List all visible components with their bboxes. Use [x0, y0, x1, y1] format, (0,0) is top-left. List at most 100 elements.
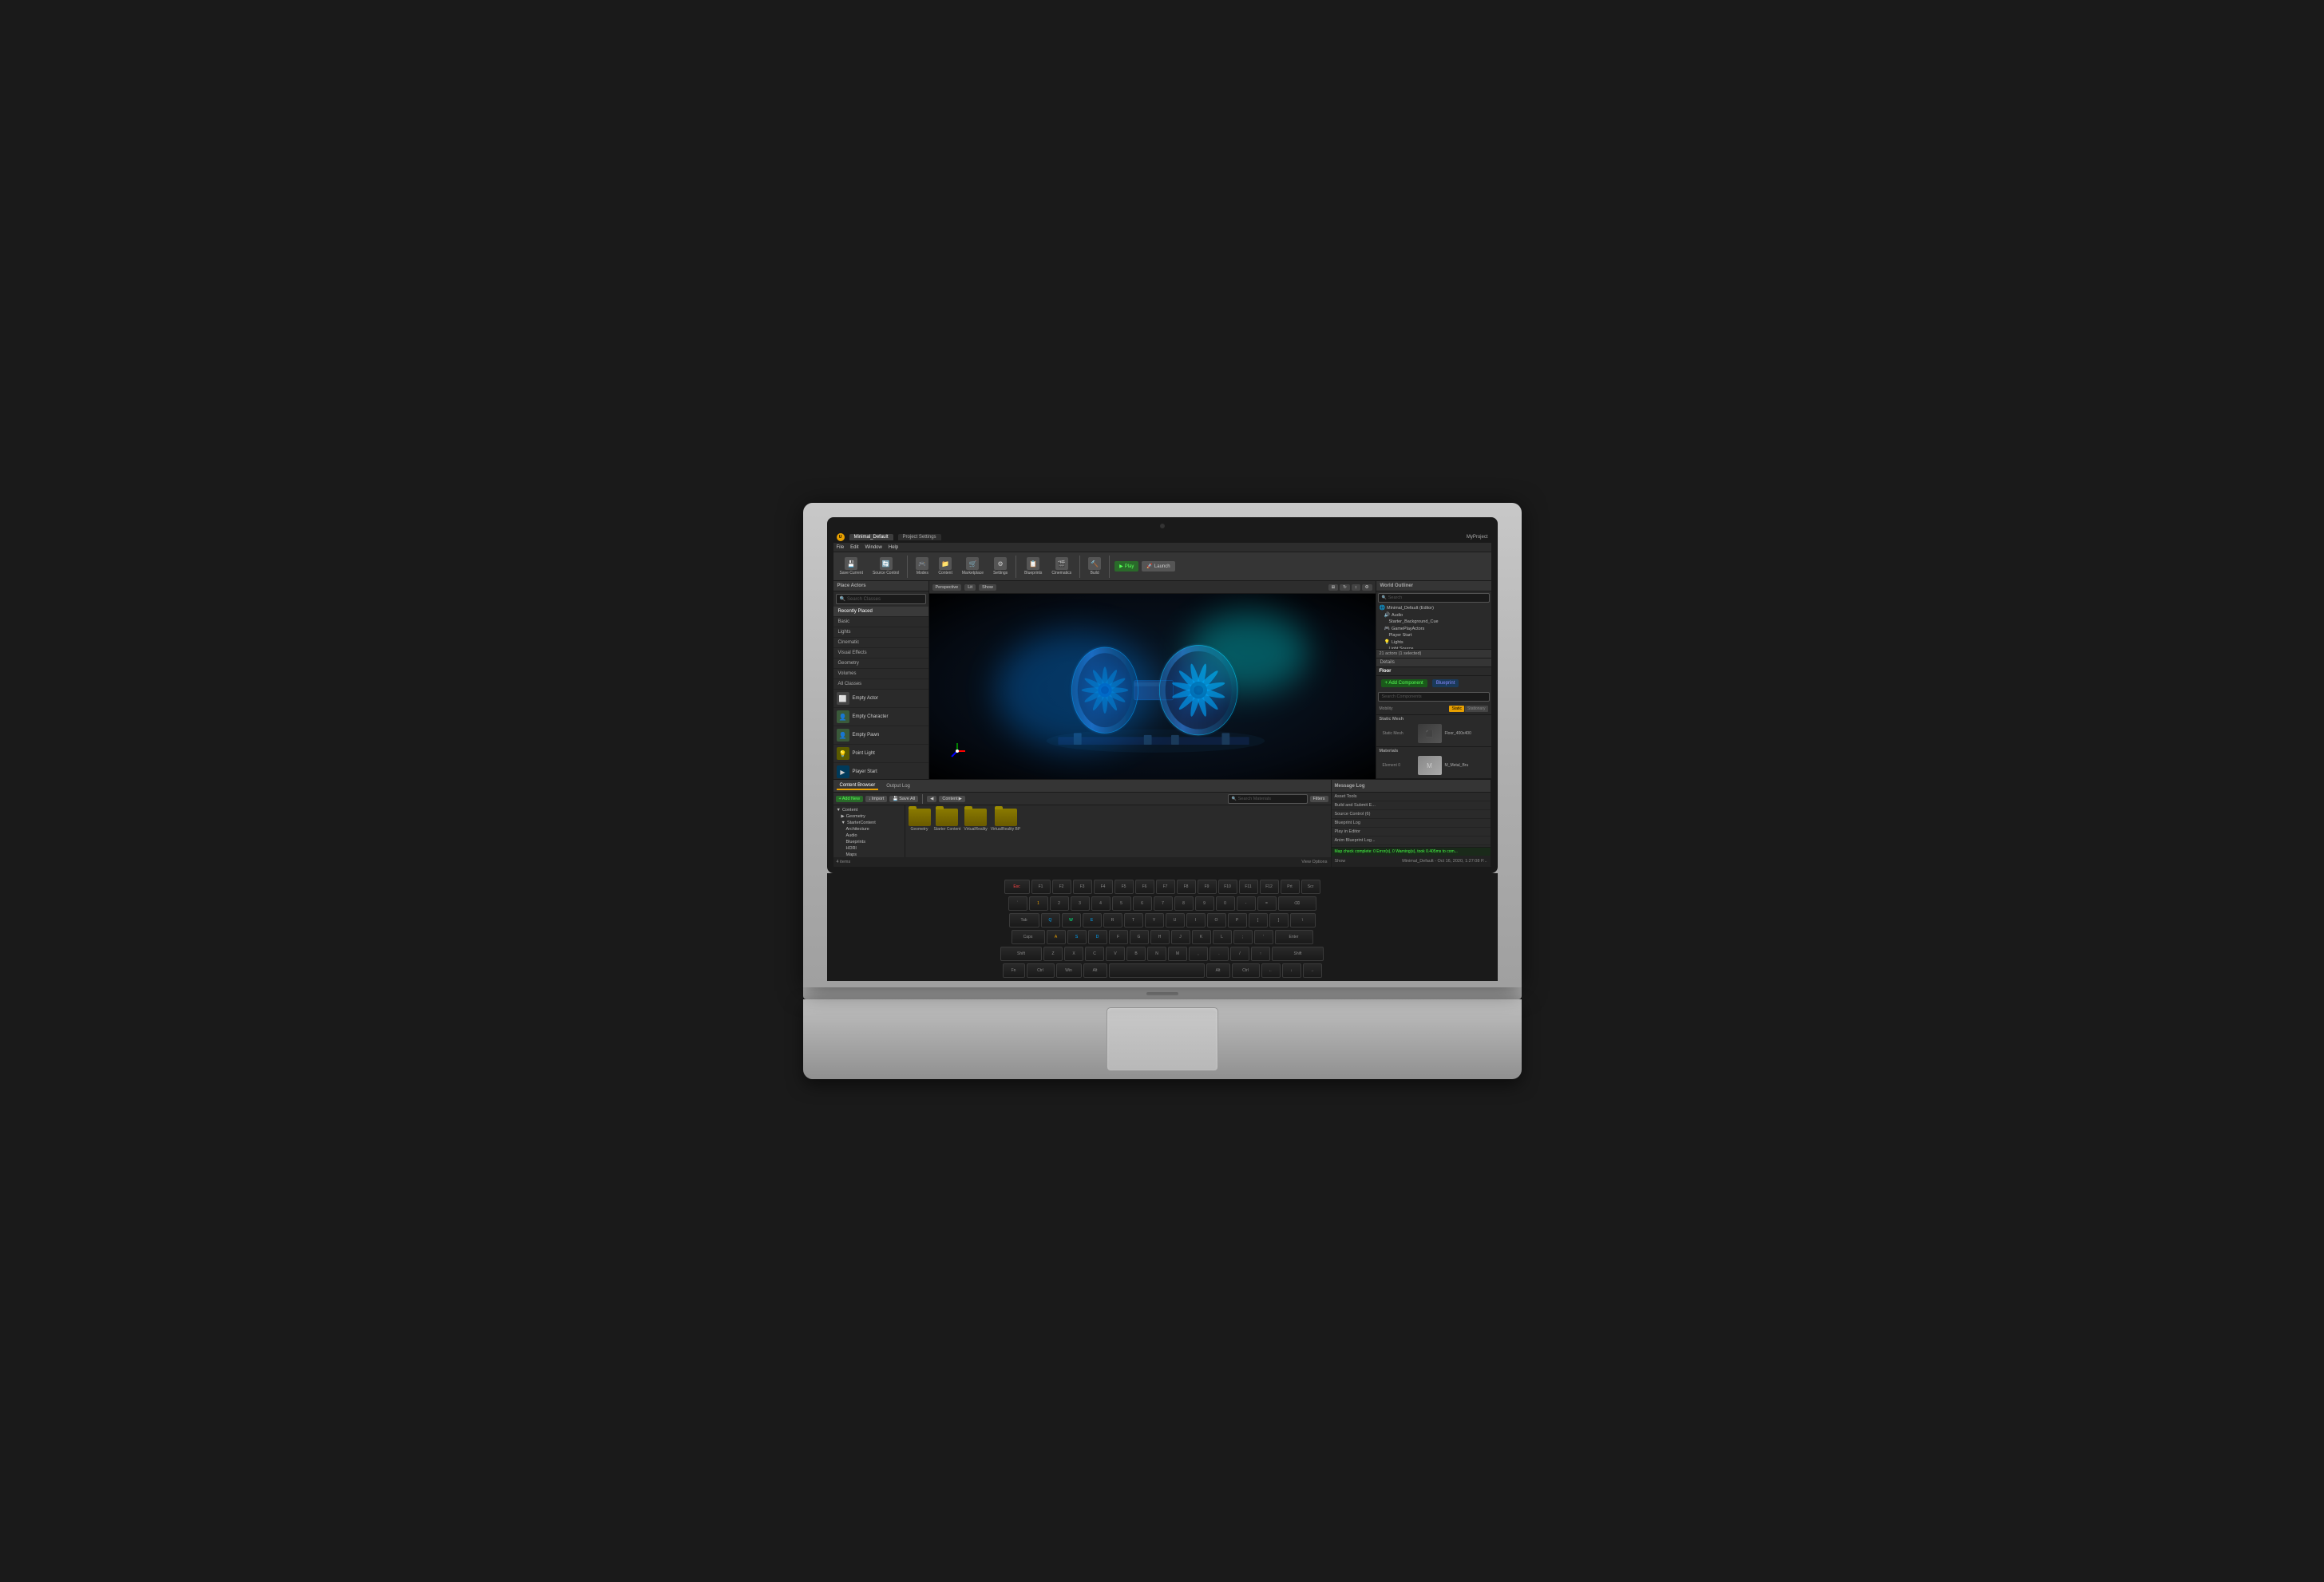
key-up[interactable]: ↑ — [1251, 947, 1270, 961]
modes-button[interactable]: 🎮 Modes — [913, 556, 932, 577]
key-3[interactable]: 3 — [1071, 896, 1090, 911]
tab-content-browser[interactable]: Content Browser — [837, 782, 879, 790]
ml-item[interactable]: Play in Editor — [1332, 828, 1491, 836]
static-mesh-preview[interactable]: ⬛ — [1418, 724, 1442, 743]
key-backspace[interactable]: ⌫ — [1278, 896, 1316, 911]
category-all-classes[interactable]: All Classes — [833, 679, 928, 690]
key-prtsc[interactable]: Prt — [1281, 880, 1300, 894]
tree-item[interactable]: ▶ Geometry — [835, 813, 903, 820]
key-shift-right[interactable]: Shift — [1272, 947, 1324, 961]
key-m[interactable]: M — [1168, 947, 1187, 961]
category-cinematic[interactable]: Cinematic — [833, 638, 928, 648]
rotation-snap-button[interactable]: ↻ — [1340, 584, 1350, 591]
key-left[interactable]: ← — [1261, 963, 1281, 978]
content-button[interactable]: 📁 Content — [935, 556, 956, 577]
key-alt-right[interactable]: Alt — [1206, 963, 1230, 978]
key-g[interactable]: G — [1130, 930, 1149, 944]
tree-item[interactable]: Architecture — [835, 826, 903, 833]
key-backtick[interactable]: ` — [1008, 896, 1027, 911]
save-current-button[interactable]: 💾 Save Current — [837, 556, 866, 577]
outliner-item[interactable]: 🌐 Minimal_Default (Editor) — [1376, 604, 1491, 611]
blueprints-button[interactable]: 📋 Blueprints — [1021, 556, 1045, 577]
key-f3[interactable]: F3 — [1073, 880, 1092, 894]
ml-item[interactable]: Asset Tools — [1332, 793, 1491, 801]
key-alt-left[interactable]: Alt — [1083, 963, 1107, 978]
cinematics-button[interactable]: 🎬 Cinematics — [1048, 556, 1075, 577]
key-f9[interactable]: F9 — [1198, 880, 1217, 894]
key-v[interactable]: V — [1106, 947, 1125, 961]
content-path-button[interactable]: Content ▶ — [939, 796, 965, 802]
key-quote[interactable]: ' — [1254, 930, 1273, 944]
key-y[interactable]: Y — [1145, 913, 1164, 927]
menu-edit[interactable]: Edit — [850, 545, 858, 550]
key-2[interactable]: 2 — [1050, 896, 1069, 911]
key-enter[interactable]: Enter — [1275, 930, 1313, 944]
key-e[interactable]: E — [1083, 913, 1102, 927]
key-tab[interactable]: Tab — [1009, 913, 1039, 927]
show-button[interactable]: Show — [979, 584, 996, 591]
key-backslash[interactable]: \ — [1290, 913, 1316, 927]
show-button[interactable]: Show — [1335, 859, 1346, 864]
key-t[interactable]: T — [1124, 913, 1143, 927]
launch-button[interactable]: 🚀 Launch — [1142, 561, 1174, 571]
folder-item[interactable]: VirtualReality BP — [991, 809, 1020, 832]
outliner-item[interactable]: 💡 Lights — [1376, 639, 1491, 646]
menu-window[interactable]: Window — [865, 545, 882, 550]
key-u[interactable]: U — [1166, 913, 1185, 927]
material-preview[interactable]: M — [1418, 756, 1442, 775]
folder-item[interactable]: Starter Content — [934, 809, 961, 832]
key-f12[interactable]: F12 — [1260, 880, 1279, 894]
source-control-button[interactable]: 🔄 Source Control — [869, 556, 902, 577]
key-f8[interactable]: F8 — [1177, 880, 1196, 894]
ml-item[interactable]: Anim Blueprint Log... — [1332, 836, 1491, 845]
key-f11[interactable]: F11 — [1239, 880, 1258, 894]
key-fn[interactable]: Fn — [1003, 963, 1025, 978]
key-equals[interactable]: = — [1257, 896, 1277, 911]
key-k[interactable]: K — [1192, 930, 1211, 944]
key-7[interactable]: 7 — [1154, 896, 1173, 911]
key-f[interactable]: F — [1109, 930, 1128, 944]
key-minus[interactable]: - — [1237, 896, 1256, 911]
play-button[interactable]: ▶ Play — [1114, 561, 1138, 571]
key-f6[interactable]: F6 — [1135, 880, 1154, 894]
menu-help[interactable]: Help — [889, 545, 898, 550]
folder-item[interactable]: Geometry — [909, 809, 931, 832]
key-s[interactable]: S — [1067, 930, 1087, 944]
search-components[interactable]: Search Components — [1378, 692, 1490, 702]
key-i[interactable]: I — [1186, 913, 1206, 927]
outliner-item[interactable]: 🔊 Audio — [1376, 611, 1491, 619]
key-shift-left[interactable]: Shift — [1000, 947, 1042, 961]
key-a[interactable]: A — [1047, 930, 1066, 944]
menu-file[interactable]: File — [837, 545, 845, 550]
key-rbracket[interactable]: ] — [1269, 913, 1289, 927]
key-0[interactable]: 0 — [1216, 896, 1235, 911]
perspective-button[interactable]: Perspective — [932, 584, 962, 591]
key-9[interactable]: 9 — [1195, 896, 1214, 911]
key-space[interactable] — [1109, 963, 1205, 978]
key-f10[interactable]: F10 — [1218, 880, 1237, 894]
ml-item[interactable]: Blueprint Log — [1332, 819, 1491, 828]
key-n[interactable]: N — [1147, 947, 1166, 961]
category-visual-effects[interactable]: Visual Effects — [833, 648, 928, 659]
touchpad[interactable] — [1107, 1007, 1218, 1071]
viewport-canvas[interactable] — [929, 594, 1376, 779]
outliner-item[interactable]: 🎮 GamePlayActors — [1376, 625, 1491, 632]
add-new-button[interactable]: + Add New — [836, 796, 864, 802]
ml-item[interactable]: Build and Submit E... — [1332, 801, 1491, 810]
add-component-button[interactable]: + Add Component — [1381, 679, 1427, 687]
tree-item[interactable]: Maps — [835, 852, 903, 857]
outliner-item[interactable]: Starter_Background_Cue — [1376, 619, 1491, 625]
key-r[interactable]: R — [1103, 913, 1122, 927]
cb-search[interactable]: 🔍 Search Materials — [1228, 794, 1308, 804]
view-options-button[interactable]: View Options — [1301, 860, 1327, 864]
folder-item[interactable]: VirtualReality — [964, 809, 987, 832]
key-down[interactable]: ↓ — [1282, 963, 1301, 978]
settings-button[interactable]: ⚙ Settings — [990, 556, 1011, 577]
key-comma[interactable]: , — [1189, 947, 1208, 961]
import-button[interactable]: ↓ Import — [865, 796, 887, 802]
key-5[interactable]: 5 — [1112, 896, 1131, 911]
category-basic[interactable]: Basic — [833, 617, 928, 627]
key-q[interactable]: Q — [1041, 913, 1060, 927]
key-x[interactable]: X — [1064, 947, 1083, 961]
key-slash[interactable]: / — [1230, 947, 1249, 961]
